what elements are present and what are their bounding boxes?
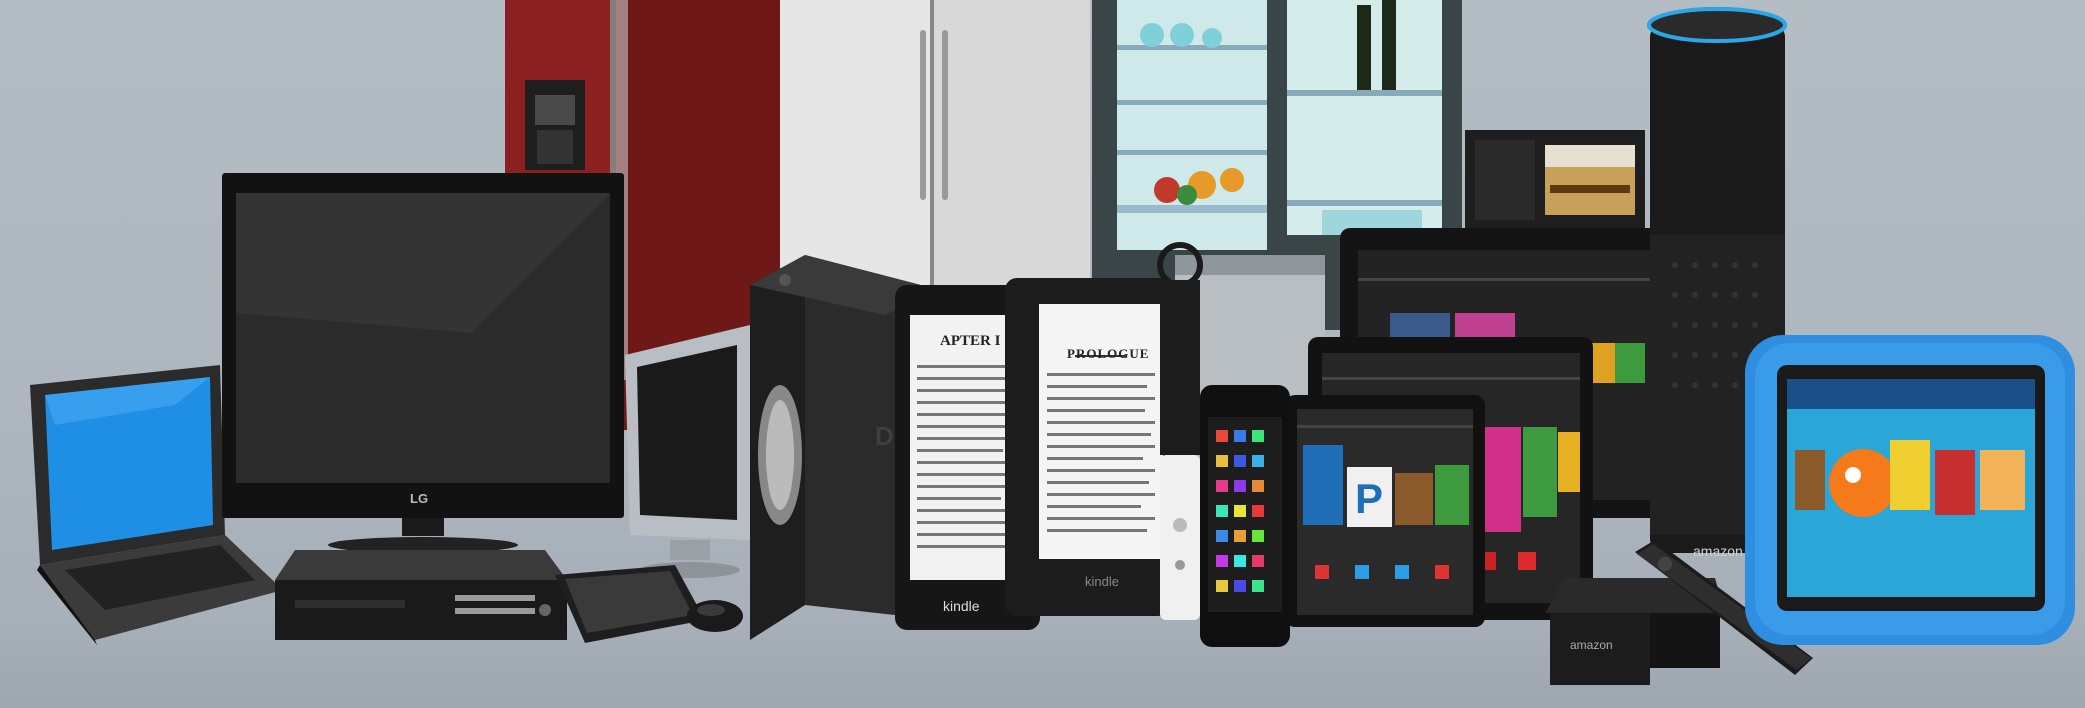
ereader-right: PROLOGUE kindle <box>1005 278 1170 616</box>
mouse <box>685 598 745 634</box>
keyboard <box>555 565 705 645</box>
smartphone <box>1200 385 1290 647</box>
tablet-small: P <box>1285 395 1485 627</box>
toaster-oven <box>1465 130 1645 230</box>
electronics-scene: LG APTER I kindle PROLOGUE kindle P amaz… <box>0 0 2085 708</box>
ereader-right-logo: kindle <box>1085 574 1119 589</box>
portable-speaker <box>1155 240 1205 625</box>
ereader-left-logo: kindle <box>943 598 980 614</box>
dvd-player <box>275 550 567 645</box>
ereader-right-heading: PROLOGUE <box>1067 346 1150 361</box>
lg-tv: LG <box>222 173 624 553</box>
streaming-box-logo: amazon <box>1570 638 1613 652</box>
ereader-left-chapter: APTER I <box>940 333 1001 349</box>
svg-text:P: P <box>1355 475 1383 522</box>
tv-brand-logo: LG <box>410 491 429 506</box>
kids-tablet <box>1745 335 2075 645</box>
desktop-monitor <box>625 325 750 580</box>
